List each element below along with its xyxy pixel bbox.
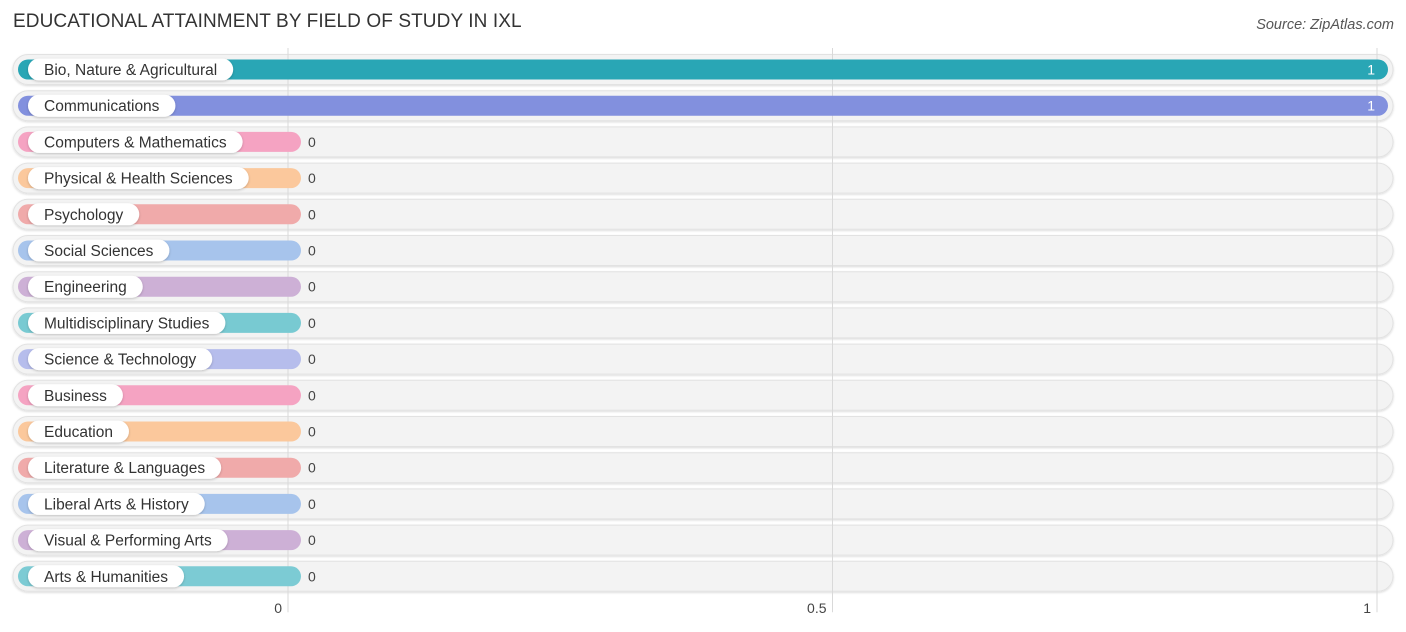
category-label: Visual & Performing Arts <box>44 533 212 550</box>
bar-row: Literature & Languages 0 <box>18 456 316 479</box>
bar-row: Business 0 <box>18 384 316 407</box>
value-label: 0 <box>308 496 316 512</box>
category-label: Physical & Health Sciences <box>44 171 233 188</box>
bar-row: Psychology 0 <box>18 203 316 226</box>
bar-row: Science & Technology 0 <box>18 348 316 371</box>
value-label: 0 <box>308 243 316 259</box>
value-label: 0 <box>308 206 316 222</box>
bar-row: Education 0 <box>18 420 316 443</box>
category-label: Liberal Arts & History <box>44 496 189 513</box>
bar-row: Arts & Humanities 0 <box>18 565 316 588</box>
bar-row: Physical & Health Sciences 0 <box>18 167 316 190</box>
category-label: Science & Technology <box>44 352 196 369</box>
category-label: Bio, Nature & Agricultural <box>44 62 217 79</box>
bar-row: Communications 1 <box>18 94 1388 117</box>
value-label: 1 <box>1367 98 1375 114</box>
bar-row: Social Sciences 0 <box>18 239 316 262</box>
bar-row: Bio, Nature & Agricultural 1 <box>18 58 1388 81</box>
category-label: Business <box>44 388 107 405</box>
category-label: Communications <box>44 98 160 115</box>
category-label: Social Sciences <box>44 243 154 260</box>
bar-chart: Bio, Nature & Agricultural 1Communication… <box>12 48 1394 616</box>
category-label: Education <box>44 424 113 441</box>
category-label: Psychology <box>44 207 124 224</box>
value-label: 1 <box>1367 62 1375 78</box>
bar-row: Computers & Mathematics 0 <box>18 130 316 153</box>
x-tick-label: 0.5 <box>807 600 827 616</box>
bar-row: Engineering 0 <box>18 275 316 298</box>
value-label: 0 <box>308 279 316 295</box>
value-label: 0 <box>308 532 316 548</box>
category-label: Multidisciplinary Studies <box>44 315 210 332</box>
value-label: 0 <box>308 134 316 150</box>
value-label: 0 <box>308 568 316 584</box>
bar-row: Multidisciplinary Studies 0 <box>18 311 316 334</box>
x-tick-label: 0 <box>274 600 282 616</box>
value-label: 0 <box>308 351 316 367</box>
value-label: 0 <box>308 170 316 186</box>
category-label: Computers & Mathematics <box>44 134 227 151</box>
category-label: Literature & Languages <box>44 460 205 477</box>
bar <box>18 95 1388 116</box>
category-label: Arts & Humanities <box>44 569 168 586</box>
category-label: Engineering <box>44 279 127 296</box>
bar-row: Visual & Performing Arts 0 <box>18 529 316 552</box>
value-label: 0 <box>308 315 316 331</box>
value-label: 0 <box>308 460 316 476</box>
x-axis: 0 0.5 1 <box>274 600 1371 616</box>
bar-row: Liberal Arts & History 0 <box>18 492 316 515</box>
value-label: 0 <box>308 424 316 440</box>
value-label: 0 <box>308 387 316 403</box>
x-tick-label: 1 <box>1363 600 1371 616</box>
